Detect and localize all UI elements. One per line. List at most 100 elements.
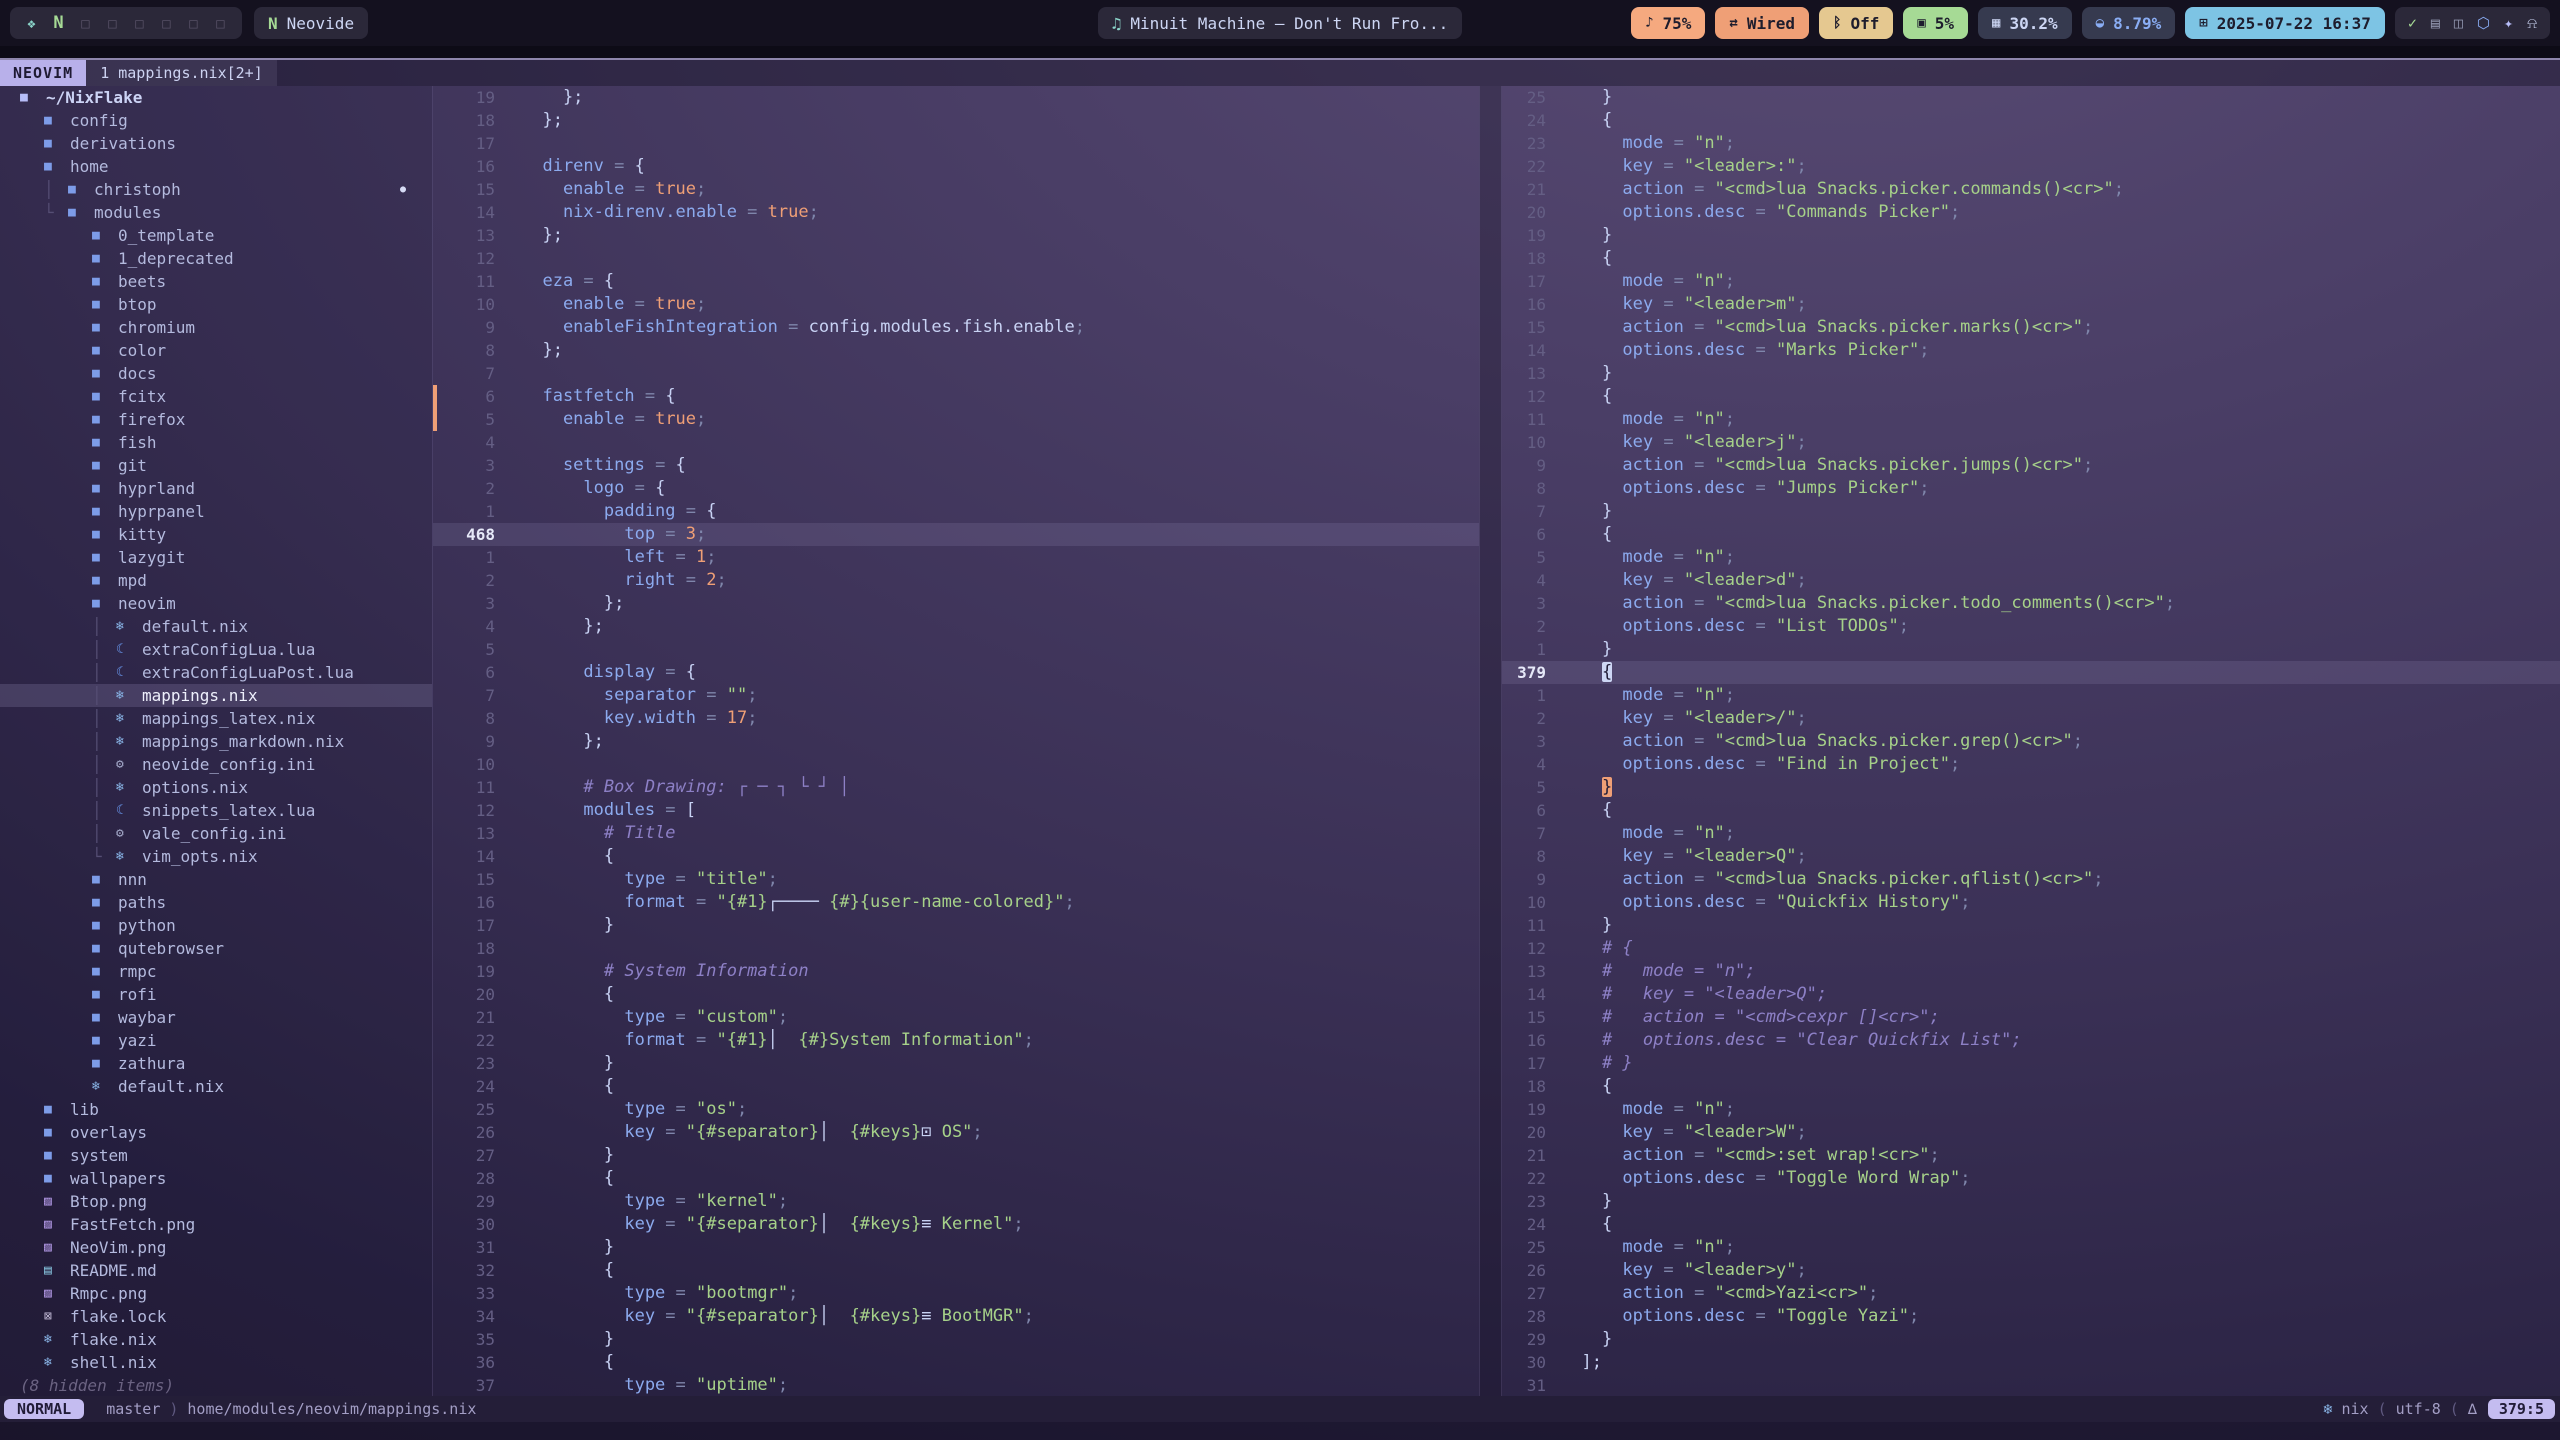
tree-item[interactable]: ▤README.md bbox=[0, 1259, 432, 1282]
code-line[interactable]: 13 # Title bbox=[433, 822, 1479, 845]
code-line[interactable]: 24 { bbox=[433, 1075, 1479, 1098]
code-line[interactable]: 26 key = "<leader>y"; bbox=[1502, 1259, 2560, 1282]
code-line[interactable]: 17 bbox=[433, 132, 1479, 155]
code-line[interactable]: 12 { bbox=[1502, 385, 2560, 408]
tree-item[interactable]: ■rofi bbox=[0, 983, 432, 1006]
code-line[interactable]: 18 bbox=[433, 937, 1479, 960]
tree-item[interactable]: ■wallpapers bbox=[0, 1167, 432, 1190]
code-line[interactable]: 14 options.desc = "Marks Picker"; bbox=[1502, 339, 2560, 362]
tree-item[interactable]: ■~/NixFlake bbox=[0, 86, 432, 109]
code-line[interactable]: 468 top = 3; bbox=[433, 523, 1479, 546]
code-line[interactable]: 33 type = "bootmgr"; bbox=[433, 1282, 1479, 1305]
code-line[interactable]: 11 } bbox=[1502, 914, 2560, 937]
tree-item[interactable]: ▨FastFetch.png bbox=[0, 1213, 432, 1236]
code-line[interactable]: 13 }; bbox=[433, 224, 1479, 247]
tree-item[interactable]: ■fish bbox=[0, 431, 432, 454]
code-line[interactable]: 28 { bbox=[433, 1167, 1479, 1190]
tree-item[interactable]: ■1_deprecated bbox=[0, 247, 432, 270]
code-line[interactable]: 15 action = "<cmd>lua Snacks.picker.mark… bbox=[1502, 316, 2560, 339]
code-line[interactable]: 9 }; bbox=[433, 730, 1479, 753]
code-line[interactable]: 13 # mode = "n"; bbox=[1502, 960, 2560, 983]
code-line[interactable]: 8 options.desc = "Jumps Picker"; bbox=[1502, 477, 2560, 500]
code-line[interactable]: 2 key = "<leader>/"; bbox=[1502, 707, 2560, 730]
code-line[interactable]: 10 options.desc = "Quickfix History"; bbox=[1502, 891, 2560, 914]
tree-item[interactable]: ■nnn bbox=[0, 868, 432, 891]
code-line[interactable]: 26 key = "{#separator}│ {#keys}⊡ OS"; bbox=[433, 1121, 1479, 1144]
workspace-2[interactable]: □ bbox=[72, 16, 99, 32]
code-line[interactable]: 17 mode = "n"; bbox=[1502, 270, 2560, 293]
code-line[interactable]: 9 action = "<cmd>lua Snacks.picker.qflis… bbox=[1502, 868, 2560, 891]
code-line[interactable]: 5 enable = true; bbox=[433, 408, 1479, 431]
tree-item[interactable]: ■lib bbox=[0, 1098, 432, 1121]
tree-item[interactable]: ■0_template bbox=[0, 224, 432, 247]
network-module[interactable]: ⇄Wired bbox=[1715, 7, 1809, 39]
code-line[interactable]: 28 options.desc = "Toggle Yazi"; bbox=[1502, 1305, 2560, 1328]
tree-item[interactable]: ■hyprland bbox=[0, 477, 432, 500]
tree-item[interactable]: ■overlays bbox=[0, 1121, 432, 1144]
code-line[interactable]: 11 eza = { bbox=[433, 270, 1479, 293]
tree-item[interactable]: ■config bbox=[0, 109, 432, 132]
code-line[interactable]: 10 bbox=[433, 753, 1479, 776]
code-line[interactable]: 1 left = 1; bbox=[433, 546, 1479, 569]
code-line[interactable]: 11 mode = "n"; bbox=[1502, 408, 2560, 431]
code-line[interactable]: 12 modules = [ bbox=[433, 799, 1479, 822]
code-line[interactable]: 20 { bbox=[433, 983, 1479, 1006]
tray-updates-icon[interactable]: ✓ bbox=[2408, 14, 2417, 32]
workspace-5[interactable]: □ bbox=[153, 16, 180, 32]
code-line[interactable]: 15 # action = "<cmd>cexpr []<cr>"; bbox=[1502, 1006, 2560, 1029]
code-line[interactable]: 32 { bbox=[433, 1259, 1479, 1282]
tray-icon-2[interactable]: ▤ bbox=[2431, 14, 2440, 32]
code-line[interactable]: 24 { bbox=[1502, 1213, 2560, 1236]
code-line[interactable]: 12 # { bbox=[1502, 937, 2560, 960]
tree-item[interactable]: ⊠flake.lock bbox=[0, 1305, 432, 1328]
code-line[interactable]: 4 key = "<leader>d"; bbox=[1502, 569, 2560, 592]
code-line[interactable]: 9 action = "<cmd>lua Snacks.picker.jumps… bbox=[1502, 454, 2560, 477]
tree-item[interactable]: │☾snippets_latex.lua bbox=[0, 799, 432, 822]
code-line[interactable]: 24 { bbox=[1502, 109, 2560, 132]
code-line[interactable]: 19 # System Information bbox=[433, 960, 1479, 983]
memory-module[interactable]: ▦30.2% bbox=[1978, 7, 2072, 39]
code-line[interactable]: 23 mode = "n"; bbox=[1502, 132, 2560, 155]
code-line[interactable]: 18 { bbox=[1502, 247, 2560, 270]
code-line[interactable]: 1 mode = "n"; bbox=[1502, 684, 2560, 707]
code-line[interactable]: 20 options.desc = "Commands Picker"; bbox=[1502, 201, 2560, 224]
launcher-icon[interactable]: ❖ bbox=[18, 16, 45, 32]
code-line[interactable]: 16 key = "<leader>m"; bbox=[1502, 293, 2560, 316]
tree-item[interactable]: ■zathura bbox=[0, 1052, 432, 1075]
code-line[interactable]: 4 bbox=[433, 431, 1479, 454]
code-line[interactable]: 17 # } bbox=[1502, 1052, 2560, 1075]
code-line[interactable]: 12 bbox=[433, 247, 1479, 270]
tree-item[interactable]: ■derivations bbox=[0, 132, 432, 155]
pane-separator[interactable] bbox=[1479, 86, 1502, 1396]
tree-item[interactable]: │⚙neovide_config.ini bbox=[0, 753, 432, 776]
code-line[interactable]: 16 direnv = { bbox=[433, 155, 1479, 178]
tree-item[interactable]: │❄options.nix bbox=[0, 776, 432, 799]
code-line[interactable]: 5 bbox=[433, 638, 1479, 661]
code-line[interactable]: 17 } bbox=[433, 914, 1479, 937]
tree-item[interactable]: ■chromium bbox=[0, 316, 432, 339]
tray-icon-3[interactable]: ◫ bbox=[2454, 14, 2463, 32]
tree-item[interactable]: ■home bbox=[0, 155, 432, 178]
code-line[interactable]: 5 } bbox=[1502, 776, 2560, 799]
code-line[interactable]: 3 action = "<cmd>lua Snacks.picker.todo_… bbox=[1502, 592, 2560, 615]
volume-module[interactable]: ♪75% bbox=[1631, 7, 1705, 39]
code-line[interactable]: 2 logo = { bbox=[433, 477, 1479, 500]
code-line[interactable]: 18 }; bbox=[433, 109, 1479, 132]
tree-item[interactable]: ■docs bbox=[0, 362, 432, 385]
code-line[interactable]: 3 settings = { bbox=[433, 454, 1479, 477]
tree-item[interactable]: ■kitty bbox=[0, 523, 432, 546]
code-line[interactable]: 8 key.width = 17; bbox=[433, 707, 1479, 730]
tray-icon-5[interactable]: ✦ bbox=[2504, 14, 2513, 32]
code-line[interactable]: 4 }; bbox=[433, 615, 1479, 638]
code-line[interactable]: 3 }; bbox=[433, 592, 1479, 615]
tree-item[interactable]: ■system bbox=[0, 1144, 432, 1167]
code-line[interactable]: 31 bbox=[1502, 1374, 2560, 1396]
tree-item[interactable]: │❄mappings_markdown.nix bbox=[0, 730, 432, 753]
code-line[interactable]: 31 } bbox=[433, 1236, 1479, 1259]
code-line[interactable]: 16 format = "{#1}┌──── {#}{user-name-col… bbox=[433, 891, 1479, 914]
code-line[interactable]: 16 # options.desc = "Clear Quickfix List… bbox=[1502, 1029, 2560, 1052]
tree-item[interactable]: ❄default.nix bbox=[0, 1075, 432, 1098]
tree-item[interactable]: │☾extraConfigLuaPost.lua bbox=[0, 661, 432, 684]
code-line[interactable]: 6 { bbox=[1502, 523, 2560, 546]
code-line[interactable]: 10 key = "<leader>j"; bbox=[1502, 431, 2560, 454]
